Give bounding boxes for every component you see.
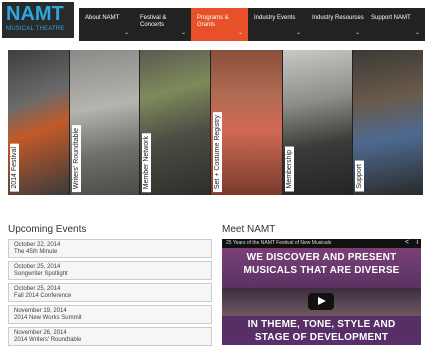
video-caption-line: WE DISCOVER AND PRESENT — [246, 252, 397, 263]
nav-about-label: About NAMT — [85, 15, 120, 21]
logo-subtitle: MUSICAL THEATRE — [6, 26, 65, 32]
hero-panel-support[interactable]: Support — [352, 50, 423, 195]
hero-panel-member-network[interactable]: Member Network — [140, 50, 211, 195]
events-heading: Upcoming Events — [8, 224, 87, 235]
play-button[interactable] — [308, 293, 334, 310]
nav-industry-resources[interactable]: Industry Resources ⌄ — [306, 8, 365, 41]
hero-panel-support-label: Support — [354, 161, 364, 192]
nav-support[interactable]: Support NAMT ⌄ — [365, 8, 425, 41]
nav-about[interactable]: About NAMT ⌄ — [79, 8, 134, 41]
event-date: November 26, 2014 — [14, 330, 67, 336]
nav-programs[interactable]: Programs & Grants ⌄ — [191, 8, 248, 41]
main-nav: About NAMT ⌄ Festival & Concerts ⌄ Progr… — [79, 8, 425, 41]
video-player[interactable]: 25 Years of the NAMT Festival of New Mus… — [222, 239, 421, 345]
info-icon[interactable]: i — [416, 239, 418, 246]
nav-industry-resources-label: Industry Resources — [312, 15, 364, 21]
event-name: Songwriter Spotlight — [14, 271, 68, 277]
event-item[interactable]: November 26, 2014 2014 Writers' Roundtab… — [8, 327, 212, 346]
video-frame: WE DISCOVER AND PRESENT MUSICALS THAT AR… — [222, 248, 421, 345]
hero-panel-writers-label: Writers' Roundtable — [72, 124, 82, 192]
event-name: The 45th Minute — [14, 249, 58, 255]
event-date: October 25, 2014 — [14, 286, 61, 292]
event-name: 2014 New Works Summit — [14, 315, 82, 321]
video-title: 25 Years of the NAMT Festival of New Mus… — [226, 240, 332, 246]
namt-logo[interactable]: NAMT MUSICAL THEATRE — [2, 2, 74, 38]
event-date: October 22, 2014 — [14, 242, 61, 248]
chevron-down-icon: ⌄ — [237, 30, 243, 36]
hero-panel-writers[interactable]: Writers' Roundtable — [70, 50, 141, 195]
hero-panel-member-network-label: Member Network — [142, 132, 152, 192]
chevron-down-icon: ⌄ — [295, 30, 301, 36]
nav-support-label: Support NAMT — [371, 15, 411, 21]
event-name: 2014 Writers' Roundtable — [14, 337, 82, 343]
chevron-down-icon: ⌄ — [180, 30, 186, 36]
meet-heading: Meet NAMT — [222, 224, 276, 235]
hero-panel-membership-label: Membership — [284, 147, 294, 192]
video-caption-line: MUSICALS THAT ARE DIVERSE — [243, 265, 400, 276]
hero-panel-registry-label: Set + Costume Registry — [212, 111, 222, 192]
chevron-down-icon: ⌄ — [123, 30, 129, 36]
nav-industry-events-label: Industry Events — [254, 15, 296, 21]
hero-panel-festival-label: 2014 Festival — [10, 144, 19, 192]
nav-industry-events[interactable]: Industry Events ⌄ — [248, 8, 306, 41]
hero-panel-festival[interactable]: 2014 Festival — [8, 50, 71, 195]
event-item[interactable]: October 25, 2014 Songwriter Spotlight — [8, 261, 212, 280]
site-header: NAMT MUSICAL THEATRE About NAMT ⌄ Festiv… — [0, 0, 425, 41]
event-item[interactable]: November 19, 2014 2014 New Works Summit — [8, 305, 212, 324]
event-item[interactable]: October 22, 2014 The 45th Minute — [8, 239, 212, 258]
nav-programs-label: Programs & Grants — [197, 15, 229, 28]
chevron-down-icon: ⌄ — [414, 30, 420, 36]
event-name: Fall 2014 Conference — [14, 293, 72, 299]
nav-festival[interactable]: Festival & Concerts ⌄ — [134, 8, 191, 41]
hero-panel-registry[interactable]: Set + Costume Registry — [210, 50, 283, 195]
logo-text: NAMT — [6, 3, 64, 25]
nav-festival-label: Festival & Concerts — [140, 15, 167, 28]
share-icon[interactable]: < — [405, 239, 409, 246]
event-item[interactable]: October 25, 2014 Fall 2014 Conference — [8, 283, 212, 302]
video-caption-line: IN THEME, TONE, STYLE AND — [247, 319, 396, 330]
event-date: October 25, 2014 — [14, 264, 61, 270]
event-date: November 19, 2014 — [14, 308, 67, 314]
video-caption-line: STAGE OF DEVELOPMENT — [254, 332, 389, 343]
hero-panels: 2014 Festival Writers' Roundtable Member… — [8, 50, 423, 195]
chevron-down-icon: ⌄ — [354, 30, 360, 36]
hero-panel-membership[interactable]: Membership — [282, 50, 353, 195]
